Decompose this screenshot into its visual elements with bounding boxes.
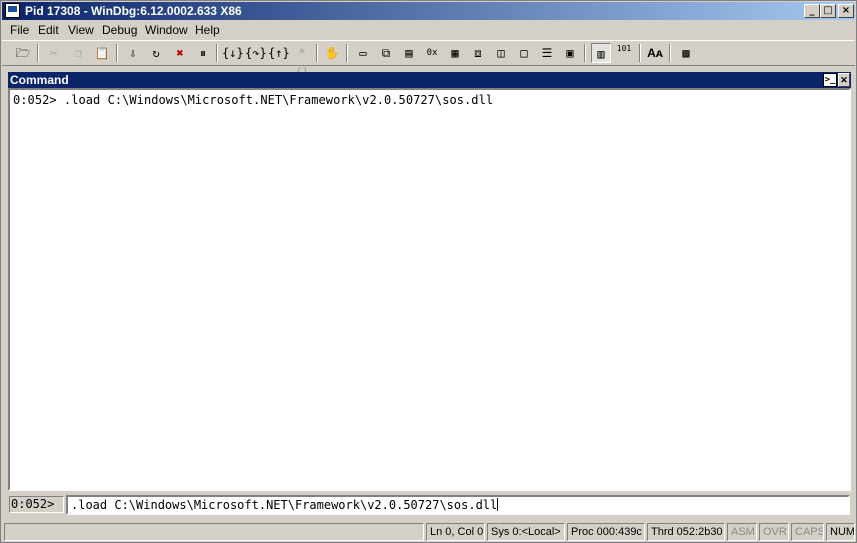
toolbar-separator bbox=[346, 44, 348, 62]
restart-icon[interactable]: ↻ bbox=[146, 43, 166, 63]
close-button[interactable]: × bbox=[838, 4, 854, 18]
status-asm: ASM bbox=[727, 523, 757, 541]
toolbar-separator bbox=[216, 44, 218, 62]
menu-window[interactable]: Window bbox=[145, 23, 188, 37]
status-bar: Ln 0, Col 0 Sys 0:<Local> Proc 000:439c … bbox=[2, 521, 855, 543]
open-folder-icon[interactable]: 🗁 bbox=[13, 43, 33, 63]
watch-window-icon[interactable]: ⧉ bbox=[376, 43, 396, 63]
processes-threads-icon[interactable]: ☰ bbox=[537, 43, 557, 63]
locals-window-icon[interactable]: ▤ bbox=[399, 43, 419, 63]
break-icon[interactable]: ⏸ bbox=[193, 43, 213, 63]
paste-icon[interactable]: 📋 bbox=[92, 43, 112, 63]
windbg-window: Pid 17308 - WinDbg:6.12.0002.633 X86 _ □… bbox=[0, 0, 857, 543]
toolbar-separator bbox=[669, 44, 671, 62]
toolbar-separator bbox=[37, 44, 39, 62]
menu-debug[interactable]: Debug bbox=[102, 23, 137, 37]
status-num: NUM bbox=[826, 523, 855, 541]
toolbar-separator bbox=[316, 44, 318, 62]
memory-window-icon[interactable]: ▦ bbox=[445, 43, 465, 63]
minimize-button[interactable]: _ bbox=[804, 4, 820, 18]
cut-icon[interactable]: ✂ bbox=[44, 43, 64, 63]
stop-debugging-icon[interactable]: ✖ bbox=[170, 43, 190, 63]
command-window-icon[interactable]: ▭ bbox=[353, 43, 373, 63]
run-to-cursor-icon[interactable]: *{} bbox=[292, 43, 312, 80]
windbg-app-icon[interactable] bbox=[5, 3, 20, 18]
status-proc: Proc 000:439c bbox=[567, 523, 645, 541]
command-window-titlebar[interactable]: Command >_ ✕ bbox=[8, 72, 851, 88]
title-bar[interactable]: Pid 17308 - WinDbg:6.12.0002.633 X86 _ □… bbox=[2, 2, 855, 20]
options-icon[interactable]: ▩ bbox=[676, 43, 696, 63]
registers-window-icon[interactable]: 0x bbox=[422, 43, 442, 63]
source-mode-icon[interactable]: ▥ bbox=[591, 43, 611, 63]
maximize-button[interactable]: □ bbox=[820, 4, 836, 18]
font-icon[interactable]: Aᴀ bbox=[645, 43, 665, 63]
status-thrd: Thrd 052:2b30 bbox=[647, 523, 725, 541]
scratch-pad-icon[interactable]: □ bbox=[514, 43, 534, 63]
step-into-icon[interactable]: {↓} bbox=[222, 43, 244, 63]
menu-edit[interactable]: Edit bbox=[38, 23, 59, 37]
command-output-pane[interactable]: 0:052> .load C:\Windows\Microsoft.NET\Fr… bbox=[8, 88, 851, 491]
breakpoint-hand-icon[interactable]: ✋ bbox=[322, 43, 342, 63]
status-sys: Sys 0:<Local> bbox=[487, 523, 565, 541]
toolbar-separator bbox=[639, 44, 641, 62]
menu-bar: File Edit View Debug Window Help bbox=[2, 21, 855, 40]
call-stack-window-icon[interactable]: ⧈ bbox=[468, 43, 488, 63]
copy-icon[interactable]: ❐ bbox=[68, 43, 88, 63]
window-title: Pid 17308 - WinDbg:6.12.0002.633 X86 bbox=[25, 4, 242, 18]
toolbar: 🗁 ✂ ❐ 📋 ⇩ ↻ ✖ ⏸ {↓} {↷} {↑} *{} ✋ ▭ ⧉ ▤ … bbox=[2, 40, 855, 80]
status-message-pane bbox=[4, 523, 424, 541]
status-ln-col: Ln 0, Col 0 bbox=[426, 523, 485, 541]
disassembly-window-icon[interactable]: ◫ bbox=[491, 43, 511, 63]
menu-help[interactable]: Help bbox=[195, 23, 220, 37]
command-window-title: Command bbox=[10, 73, 69, 87]
command-prompt-label: 0:052> bbox=[9, 496, 64, 513]
command-window-close-button[interactable]: ✕ bbox=[838, 73, 850, 87]
text-caret bbox=[497, 498, 499, 511]
command-output-line: 0:052> .load C:\Windows\Microsoft.NET\Fr… bbox=[13, 93, 494, 107]
step-out-icon[interactable]: {↑} bbox=[268, 43, 290, 63]
toolbar-separator bbox=[116, 44, 118, 62]
command-prompt-icon[interactable]: >_ bbox=[823, 73, 837, 87]
binary-mode-icon[interactable]: 101 bbox=[614, 43, 634, 63]
menu-view[interactable]: View bbox=[68, 23, 94, 37]
toolbar-separator bbox=[584, 44, 586, 62]
command-input-text: .load C:\Windows\Microsoft.NET\Framework… bbox=[71, 498, 498, 512]
command-browser-icon[interactable]: ▣ bbox=[560, 43, 580, 63]
menu-file[interactable]: File bbox=[10, 23, 29, 37]
go-icon[interactable]: ⇩ bbox=[123, 43, 143, 63]
command-input[interactable]: .load C:\Windows\Microsoft.NET\Framework… bbox=[66, 495, 850, 515]
status-caps: CAPS bbox=[791, 523, 824, 541]
status-ovr: OVR bbox=[759, 523, 789, 541]
step-over-icon[interactable]: {↷} bbox=[245, 43, 267, 63]
